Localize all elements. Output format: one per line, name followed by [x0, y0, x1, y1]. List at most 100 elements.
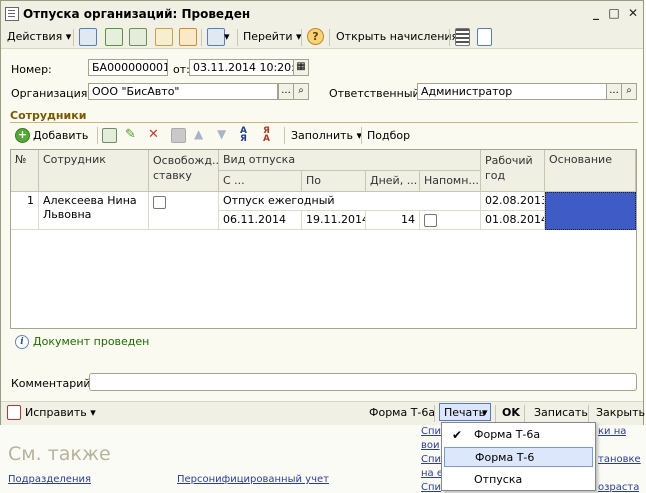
cell-days[interactable]: 14 [366, 211, 420, 230]
maximize-button[interactable]: □ [607, 6, 621, 20]
fill-label: Заполнить [291, 129, 353, 142]
number-label: Номер: [11, 63, 52, 76]
column-header-num[interactable]: № [11, 150, 39, 192]
actions-menu[interactable]: Действия ▾ [7, 29, 71, 45]
minimize-button[interactable]: _ [589, 6, 603, 20]
cell-employee[interactable]: Алексеева Нина Львовна [39, 192, 149, 230]
end-edit-icon[interactable] [171, 128, 186, 143]
delete-icon[interactable]: ✕ [148, 128, 161, 141]
table-toolbar: + Добавить ✎ ✕ ▲ ▼ АЯ ЯА Заполнить ▾ Под… [10, 127, 638, 147]
menu-item-form-t6a[interactable]: ✔ Форма Т-6а [444, 425, 593, 445]
cell-work-year-to[interactable]: 01.08.2014 [481, 211, 545, 230]
column-header-leave-type[interactable]: Вид отпуска [219, 150, 481, 171]
link-partial[interactable]: Спи [421, 454, 441, 465]
print-label: Печать [444, 406, 486, 419]
link-partial[interactable]: ки на [598, 426, 626, 437]
post-and-close-icon[interactable] [79, 28, 97, 46]
select-button[interactable]: ... [278, 83, 294, 100]
responsible-field[interactable]: Администратор [417, 83, 607, 100]
cell-from[interactable]: 06.11.2014 [219, 211, 302, 230]
add-button[interactable]: Добавить [33, 128, 88, 144]
title-bar[interactable]: Отпуска организаций: Проведен _ □ ✕ [1, 1, 643, 27]
fix-menu[interactable]: Исправить ▾ [25, 406, 96, 419]
list-settings-icon[interactable] [477, 28, 492, 46]
help-icon[interactable]: ? [307, 28, 324, 45]
form-t6a-button[interactable]: Форма Т-6а [369, 406, 435, 419]
column-header-from[interactable]: С ... [219, 171, 302, 192]
organization-field[interactable]: ООО "БисАвто" [88, 83, 278, 100]
link-partial[interactable]: Спи [421, 482, 441, 493]
link-partial[interactable]: Спи [421, 426, 441, 437]
move-down-icon[interactable]: ▼ [217, 128, 230, 141]
structure-icon[interactable] [455, 28, 470, 46]
calendar-icon[interactable]: ▦ [293, 59, 309, 76]
open-accruals-button[interactable]: Открыть начисления [336, 29, 458, 45]
fix-label: Исправить [25, 406, 87, 419]
close-button[interactable]: ✕ [626, 6, 640, 20]
cell-num[interactable]: 1 [11, 192, 39, 230]
sort-asc-icon[interactable]: АЯ [240, 127, 254, 144]
cell-basis-selected[interactable] [545, 192, 636, 230]
column-header-days[interactable]: Дней, ... [366, 171, 420, 192]
search-icon[interactable]: ⌕ [293, 83, 309, 100]
print-menu-button[interactable]: Печать ▾ [439, 403, 491, 421]
menu-item-leaves[interactable]: Отпуска [444, 470, 593, 490]
sort-desc-icon[interactable]: ЯА [263, 127, 277, 144]
copy-icon[interactable] [129, 28, 147, 46]
actions-label: Действия [7, 30, 63, 43]
fill-menu[interactable]: Заполнить ▾ [291, 128, 362, 144]
checkmark-icon: ✔ [452, 428, 463, 442]
separator [495, 405, 496, 422]
cell-to[interactable]: 19.11.2014 [302, 211, 366, 230]
link-partial[interactable]: на е [421, 468, 443, 479]
link-personified-accounting[interactable]: Персонифицированный учет [177, 474, 329, 485]
add-icon[interactable]: + [15, 128, 30, 143]
document-window: Отпуска организаций: Проведен _ □ ✕ Дейс… [0, 0, 645, 425]
close-window-button[interactable]: Закрыть [596, 406, 645, 419]
status-text: Документ проведен [33, 335, 150, 348]
column-header-exempt[interactable]: Освобожд... ставку [149, 150, 219, 192]
move-up-icon[interactable]: ▲ [194, 128, 207, 141]
select-employees-button[interactable]: Подбор [367, 128, 410, 144]
search-icon[interactable]: ⌕ [621, 83, 637, 100]
separator [201, 29, 202, 46]
menu-item-form-t6[interactable]: Форма Т-6 [444, 447, 593, 467]
number-field[interactable]: БА000000001 [88, 59, 168, 76]
column-header-work-year[interactable]: Рабочий год [481, 150, 545, 192]
based-on-icon[interactable] [207, 28, 225, 46]
separator [237, 29, 238, 46]
date-field[interactable]: 03.11.2014 10:20:06 [189, 59, 294, 76]
fix-icon[interactable] [7, 405, 21, 420]
save-icon[interactable] [105, 28, 123, 46]
select-button[interactable]: ... [606, 83, 622, 100]
go-label: Перейти [243, 30, 293, 43]
reminder-checkbox[interactable] [424, 214, 437, 227]
link-partial[interactable]: тановке [598, 454, 641, 465]
edit-icon[interactable]: ✎ [125, 128, 138, 141]
go-menu[interactable]: Перейти ▾ [243, 29, 302, 45]
save-button[interactable]: Записать [534, 406, 588, 419]
cell-work-year-from[interactable]: 02.08.2013 [481, 192, 545, 211]
link-partial[interactable]: озраста [598, 482, 639, 493]
copy-row-icon[interactable] [102, 128, 117, 143]
comment-field[interactable] [89, 373, 637, 391]
cell-reminder[interactable] [420, 211, 481, 230]
comment-label: Комментарий: [11, 377, 95, 390]
link-partial[interactable]: вои [421, 440, 440, 451]
chevron-down-icon[interactable]: ▾ [224, 29, 230, 45]
separator [361, 127, 362, 144]
exempt-checkbox[interactable] [153, 196, 166, 209]
see-also-heading: См. также [8, 443, 111, 465]
link-subdivisions[interactable]: Подразделения [8, 474, 91, 485]
column-header-reminder[interactable]: Напомн... [420, 171, 481, 192]
column-header-to[interactable]: По [302, 171, 366, 192]
post-icon[interactable] [155, 28, 173, 46]
cell-leave-type[interactable]: Отпуск ежегодный [219, 192, 481, 211]
unpost-icon[interactable] [179, 28, 197, 46]
column-header-employee[interactable]: Сотрудник [39, 150, 149, 192]
cell-exempt[interactable] [149, 192, 219, 230]
separator [449, 29, 450, 46]
column-header-basis[interactable]: Основание [545, 150, 636, 192]
window-title: Отпуска организаций: Проведен [23, 7, 251, 21]
ok-button[interactable]: OK [502, 406, 520, 419]
